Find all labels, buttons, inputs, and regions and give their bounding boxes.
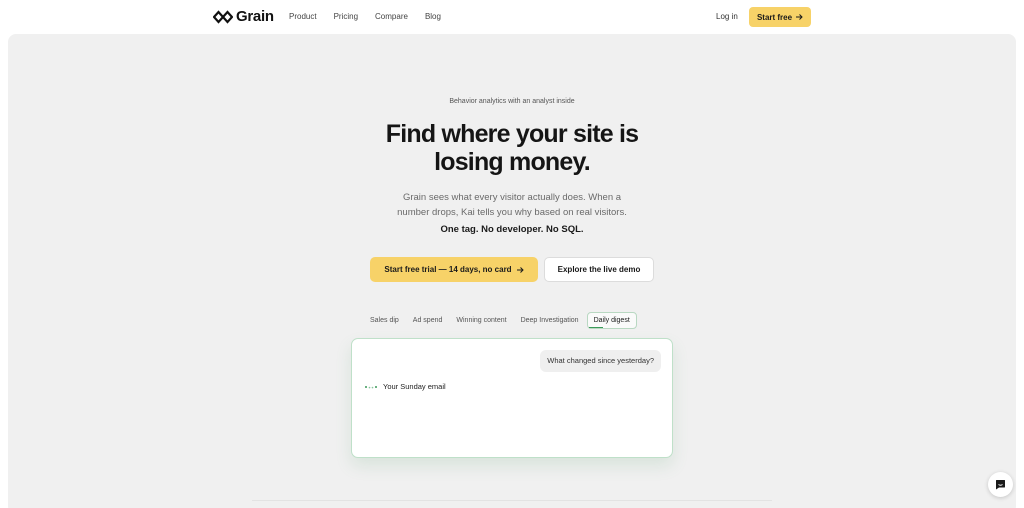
chat-widget-button[interactable] [988, 472, 1013, 497]
headline-line-1: Find where your site is [385, 120, 639, 148]
start-free-button[interactable]: Start free [749, 7, 811, 27]
typing-dots-icon [365, 385, 377, 388]
tab-ad-spend[interactable]: Ad spend [407, 312, 449, 329]
brand-logo[interactable]: Grain [213, 8, 274, 25]
hero-section: Behavior analytics with an analyst insid… [8, 34, 1016, 508]
demo-chat-card: What changed since yesterday? Your Sunda… [351, 338, 673, 458]
user-message-bubble: What changed since yesterday? [540, 350, 661, 372]
live-demo-button[interactable]: Explore the live demo [544, 257, 654, 282]
nav-link-blog[interactable]: Blog [425, 12, 441, 21]
nav-link-compare[interactable]: Compare [375, 12, 408, 21]
hero-headline: Find where your site is losing money. [8, 120, 1016, 176]
start-trial-button[interactable]: Start free trial — 14 days, no card [370, 257, 538, 282]
assistant-message-text: Your Sunday email [383, 382, 446, 391]
chat-bubble-icon [996, 480, 1005, 490]
login-link[interactable]: Log in [716, 12, 738, 21]
start-free-label: Start free [756, 12, 793, 22]
hero-eyebrow: Behavior analytics with an analyst insid… [449, 98, 575, 105]
arrow-right-icon [796, 14, 803, 20]
subtitle-line-1: Grain sees what every visitor actually d… [402, 192, 622, 203]
live-demo-label: Explore the live demo [557, 265, 641, 274]
tab-daily-digest[interactable]: Daily digest [586, 312, 637, 329]
start-trial-label: Start free trial — 14 days, no card [384, 265, 512, 274]
nav-links: Product Pricing Compare Blog [289, 12, 458, 21]
section-divider [252, 500, 772, 501]
assistant-message: Your Sunday email [364, 382, 446, 391]
subtitle-line-2: number drops, Kai tells you why based on… [397, 207, 627, 218]
nav-link-pricing[interactable]: Pricing [334, 12, 358, 21]
tab-deep-investigation[interactable]: Deep Investigation [515, 312, 585, 329]
grain-logo-icon [213, 9, 233, 24]
demo-tabs: Sales dip Ad spend Winning content Deep … [364, 312, 639, 329]
hero-subtitle: Grain sees what every visitor actually d… [8, 190, 1016, 220]
headline-line-2: losing money. [434, 148, 591, 176]
top-nav: Grain Product Pricing Compare Blog Log i… [0, 0, 1024, 34]
brand-name: Grain [236, 8, 274, 25]
tab-sales-dip[interactable]: Sales dip [364, 312, 405, 329]
hero-tagline: One tag. No developer. No SQL. [440, 224, 584, 235]
arrow-right-icon [516, 266, 524, 273]
tab-winning-content[interactable]: Winning content [450, 312, 512, 329]
nav-link-product[interactable]: Product [289, 12, 317, 21]
